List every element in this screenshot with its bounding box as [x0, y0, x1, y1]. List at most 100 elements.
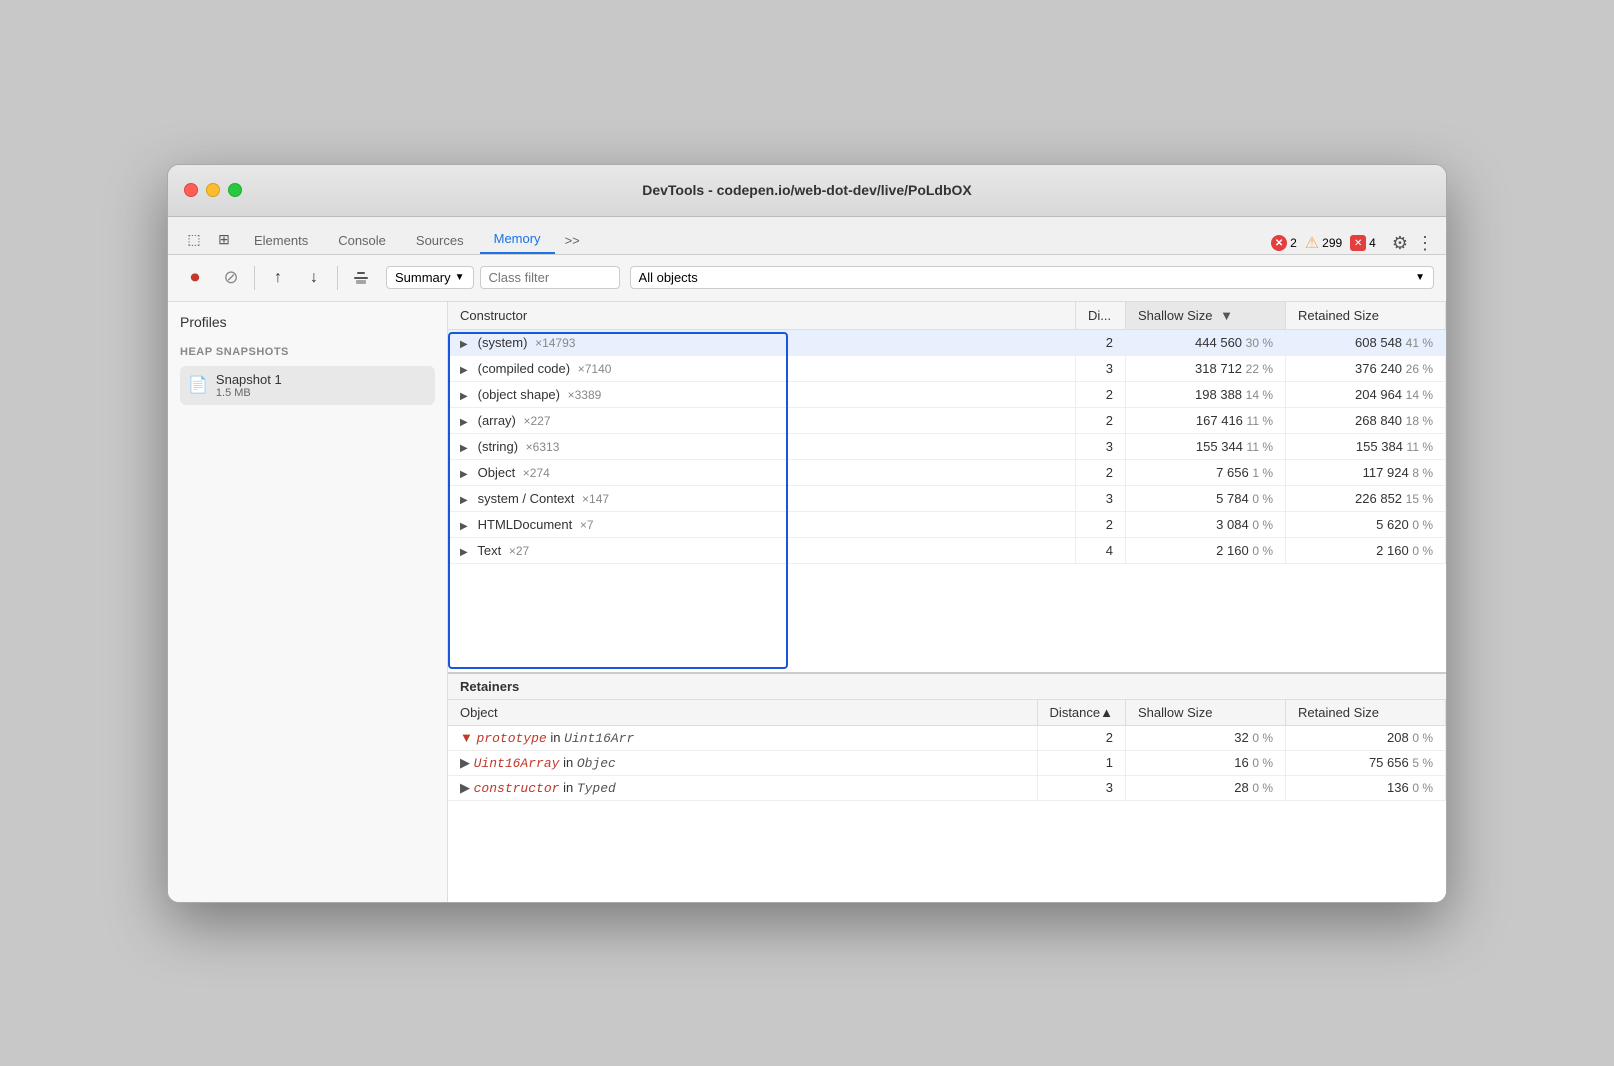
- class-filter-input[interactable]: [480, 266, 620, 289]
- shallow-cell: 167 416 11 %: [1126, 407, 1286, 433]
- constructor-cell: ▶ Text ×27: [448, 537, 1076, 563]
- ret-shallow-cell: 28 0 %: [1126, 775, 1286, 800]
- ret-retained-cell: 136 0 %: [1286, 775, 1446, 800]
- expand-icon[interactable]: ▶: [460, 365, 474, 376]
- right-panel: Constructor Di... Shallow Size ▼ Retaine…: [448, 302, 1446, 902]
- count-badge: ×7140: [578, 362, 612, 376]
- info-icon: ✕: [1350, 235, 1366, 251]
- expand-icon[interactable]: ▶: [460, 443, 474, 454]
- distance-cell: 2: [1076, 381, 1126, 407]
- more-options-icon[interactable]: ⋮: [1416, 233, 1434, 254]
- retained-cell: 5 620 0 %: [1286, 511, 1446, 537]
- all-objects-dropdown[interactable]: All objects ▼: [630, 266, 1434, 289]
- expand-icon[interactable]: ▶: [460, 547, 474, 558]
- tab-console[interactable]: Console: [324, 227, 400, 254]
- shallow-cell: 3 084 0 %: [1126, 511, 1286, 537]
- constructor-cell: ▶ (compiled code) ×7140: [448, 355, 1076, 381]
- expand-icon[interactable]: ▶: [460, 339, 474, 350]
- settings-icon[interactable]: ⚙: [1392, 233, 1408, 254]
- more-tabs[interactable]: >>: [557, 227, 588, 254]
- clean-button[interactable]: [346, 263, 376, 293]
- ret-object-header[interactable]: Object: [448, 700, 1037, 726]
- summary-label: Summary: [395, 270, 451, 285]
- expand-icon[interactable]: ▶: [460, 391, 474, 402]
- distance-header[interactable]: Di...: [1076, 302, 1126, 330]
- count-badge: ×27: [509, 544, 529, 558]
- selector-icon[interactable]: ⬚: [180, 226, 208, 254]
- ret-object-cell: ▶ Uint16Array in Objec: [448, 750, 1037, 775]
- toolbar-separator-2: [337, 266, 338, 290]
- retainers-title: Retainers: [448, 674, 1446, 700]
- expand-icon[interactable]: ▶: [460, 417, 474, 428]
- table-row[interactable]: ▶ (system) ×14793 2 444 560 30 % 608 548…: [448, 329, 1446, 355]
- info-badge[interactable]: ✕ 4: [1350, 235, 1376, 251]
- profiles-title: Profiles: [180, 314, 435, 330]
- retainer-row[interactable]: ▶ constructor in Typed 3 28 0 % 136 0 %: [448, 775, 1446, 800]
- sidebar: Profiles HEAP SNAPSHOTS 📄 Snapshot 1 1.5…: [168, 302, 448, 902]
- retained-cell: 226 852 15 %: [1286, 485, 1446, 511]
- table-row[interactable]: ▶ (compiled code) ×7140 3 318 712 22 % 3…: [448, 355, 1446, 381]
- count-badge: ×14793: [535, 336, 575, 350]
- heap-snapshots-title: HEAP SNAPSHOTS: [180, 346, 435, 358]
- table-row[interactable]: ▶ (array) ×227 2 167 416 11 % 268 840 18…: [448, 407, 1446, 433]
- retained-size-header[interactable]: Retained Size: [1286, 302, 1446, 330]
- table-row[interactable]: ▶ HTMLDocument ×7 2 3 084 0 % 5 620 0 %: [448, 511, 1446, 537]
- table-row[interactable]: ▶ Object ×274 2 7 656 1 % 117 924 8 %: [448, 459, 1446, 485]
- maximize-button[interactable]: [228, 183, 242, 197]
- retained-cell: 376 240 26 %: [1286, 355, 1446, 381]
- constructor-header[interactable]: Constructor: [448, 302, 1076, 330]
- distance-cell: 2: [1076, 459, 1126, 485]
- retainer-row[interactable]: ▶ Uint16Array in Objec 1 16 0 % 75 656 5…: [448, 750, 1446, 775]
- constructor-cell: ▶ (object shape) ×3389: [448, 381, 1076, 407]
- constructor-cell: ▶ HTMLDocument ×7: [448, 511, 1076, 537]
- ret-object-cell: ▶ constructor in Typed: [448, 775, 1037, 800]
- device-icon[interactable]: ⊞: [210, 226, 238, 254]
- table-row[interactable]: ▶ Text ×27 4 2 160 0 % 2 160 0 %: [448, 537, 1446, 563]
- distance-cell: 3: [1076, 355, 1126, 381]
- minimize-button[interactable]: [206, 183, 220, 197]
- ret-expand-icon[interactable]: ▼: [460, 730, 473, 745]
- retainers-table: Object Distance▲ Shallow Size Retained S…: [448, 700, 1446, 801]
- stop-button[interactable]: ⊘: [216, 263, 246, 293]
- ret-distance-cell: 1: [1037, 750, 1125, 775]
- download-button[interactable]: ↓: [299, 263, 329, 293]
- heap-table-container[interactable]: Constructor Di... Shallow Size ▼ Retaine…: [448, 302, 1446, 672]
- retainers-section: Retainers Object Distance▲ Shallow: [448, 672, 1446, 902]
- close-button[interactable]: [184, 183, 198, 197]
- distance-cell: 2: [1076, 329, 1126, 355]
- chevron-down-icon-2: ▼: [1415, 272, 1425, 283]
- shallow-cell: 198 388 14 %: [1126, 381, 1286, 407]
- ret-distance-header[interactable]: Distance▲: [1037, 700, 1125, 726]
- ret-shallow-header[interactable]: Shallow Size: [1126, 700, 1286, 726]
- expand-icon[interactable]: ▶: [460, 469, 474, 480]
- constructor-cell: ▶ (array) ×227: [448, 407, 1076, 433]
- tab-sources[interactable]: Sources: [402, 227, 478, 254]
- summary-dropdown[interactable]: Summary ▼: [386, 266, 474, 289]
- retainer-row[interactable]: ▼ prototype in Uint16Arr 2 32 0 % 208 0 …: [448, 725, 1446, 750]
- ret-expand-icon[interactable]: ▶: [460, 780, 470, 795]
- tab-elements[interactable]: Elements: [240, 227, 322, 254]
- record-button[interactable]: ⏺: [180, 263, 210, 293]
- retained-cell: 155 384 11 %: [1286, 433, 1446, 459]
- ret-prefix: prototype: [477, 731, 547, 746]
- constructor-cell: ▶ (system) ×14793: [448, 329, 1076, 355]
- distance-cell: 2: [1076, 407, 1126, 433]
- shallow-size-header[interactable]: Shallow Size ▼: [1126, 302, 1286, 330]
- ret-distance-cell: 3: [1037, 775, 1125, 800]
- ret-object-cell: ▼ prototype in Uint16Arr: [448, 725, 1037, 750]
- expand-icon[interactable]: ▶: [460, 521, 474, 532]
- table-row[interactable]: ▶ system / Context ×147 3 5 784 0 % 226 …: [448, 485, 1446, 511]
- ret-expand-icon[interactable]: ▶: [460, 755, 470, 770]
- table-row[interactable]: ▶ (object shape) ×3389 2 198 388 14 % 20…: [448, 381, 1446, 407]
- retained-cell: 268 840 18 %: [1286, 407, 1446, 433]
- warning-badge[interactable]: ⚠ 299: [1305, 233, 1342, 253]
- error-badge[interactable]: ✕ 2: [1271, 235, 1297, 251]
- tab-memory[interactable]: Memory: [480, 225, 555, 254]
- error-icon: ✕: [1271, 235, 1287, 251]
- ret-retained-header[interactable]: Retained Size: [1286, 700, 1446, 726]
- snapshot-item[interactable]: 📄 Snapshot 1 1.5 MB: [180, 366, 435, 405]
- upload-button[interactable]: ↑: [263, 263, 293, 293]
- table-row[interactable]: ▶ (string) ×6313 3 155 344 11 % 155 384 …: [448, 433, 1446, 459]
- count-badge: ×227: [524, 414, 551, 428]
- expand-icon[interactable]: ▶: [460, 495, 474, 506]
